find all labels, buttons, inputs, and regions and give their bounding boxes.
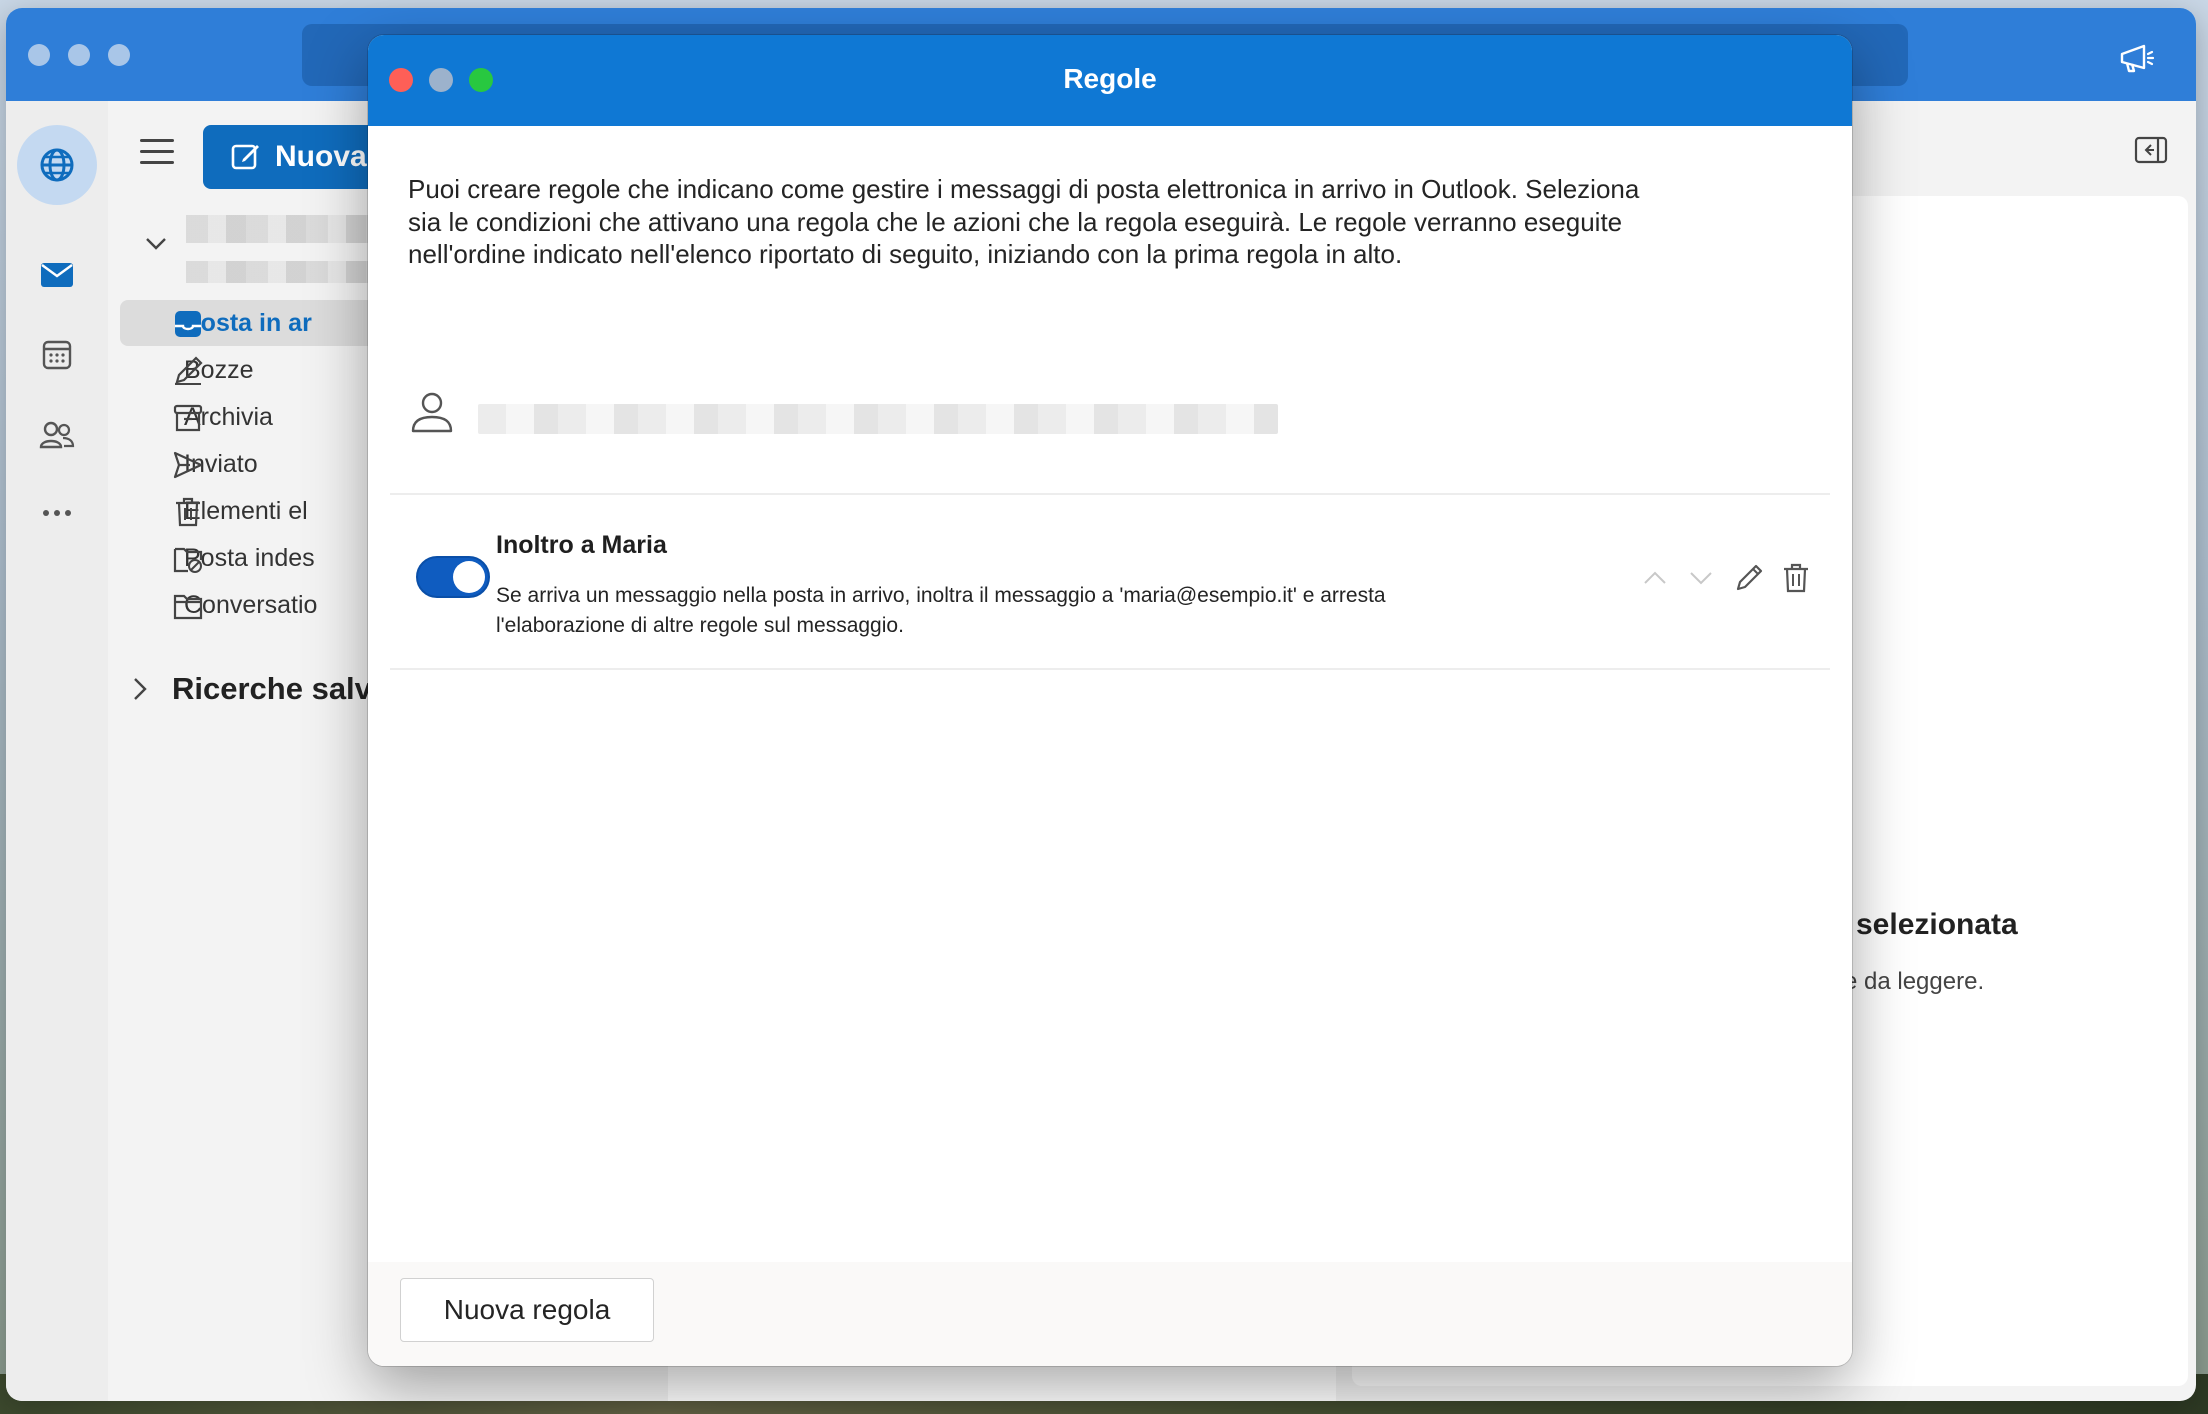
folder-label: Conversatio [184, 590, 318, 619]
rule-description: Se arriva un messaggio nella posta in ar… [496, 584, 1386, 637]
new-mail-label: Nuova [275, 140, 367, 173]
folder-icon [173, 594, 203, 620]
window-close-button[interactable] [28, 44, 50, 66]
person-icon [411, 392, 453, 433]
divider [390, 493, 1830, 495]
account-email-blurred [478, 404, 1278, 434]
delete-trash-icon[interactable] [1779, 561, 1813, 595]
pencil-icon [175, 356, 203, 385]
divider [390, 668, 1830, 670]
inbox-icon [175, 311, 201, 337]
megaphone-icon[interactable] [2118, 42, 2158, 74]
archive-icon [173, 404, 203, 432]
junk-folder-icon [173, 547, 203, 573]
move-up-icon[interactable] [1638, 561, 1672, 595]
account-name-blurred [186, 215, 386, 243]
empty-reading-subtitle: e da leggere. [1844, 968, 1985, 995]
account-row [408, 387, 1808, 447]
hamburger-menu-icon[interactable] [140, 139, 174, 165]
trash-icon [176, 497, 200, 527]
app-rail [6, 101, 108, 1401]
compose-icon [231, 144, 259, 170]
move-down-icon[interactable] [1684, 561, 1718, 595]
rule-enabled-toggle[interactable] [416, 556, 490, 598]
globe-icon[interactable] [17, 125, 97, 205]
window-zoom-button[interactable] [108, 44, 130, 66]
window-minimize-button[interactable] [68, 44, 90, 66]
more-apps-icon[interactable] [39, 495, 75, 531]
saved-searches-section[interactable]: Ricerche salv [132, 671, 372, 707]
collapse-pane-icon[interactable] [2134, 136, 2168, 164]
rules-intro-text: Puoi creare regole che indicano come ges… [408, 174, 1640, 269]
chevron-down-icon[interactable] [144, 231, 168, 255]
mail-icon[interactable] [39, 257, 75, 293]
dialog-titlebar: Regole [368, 35, 1852, 126]
dialog-footer: Nuova regola [368, 1262, 1852, 1366]
empty-reading-title: selezionata [1856, 908, 2018, 941]
rule-row: Inoltro a Maria Se arriva un messaggio n… [390, 497, 1830, 669]
saved-searches-label: Ricerche salv [172, 671, 372, 706]
dialog-title: Regole [1063, 63, 1157, 94]
account-email-blurred [186, 261, 386, 283]
send-icon [173, 451, 203, 479]
edit-pencil-icon[interactable] [1732, 561, 1766, 595]
new-rule-button[interactable]: Nuova regola [400, 1278, 654, 1342]
rule-name: Inoltro a Maria [496, 531, 667, 559]
people-icon[interactable] [39, 417, 75, 453]
calendar-icon[interactable] [39, 337, 75, 373]
rules-dialog: Regole Puoi creare regole che indicano c… [368, 35, 1852, 1366]
chevron-right-icon [134, 678, 147, 700]
toggle-knob [453, 561, 485, 593]
